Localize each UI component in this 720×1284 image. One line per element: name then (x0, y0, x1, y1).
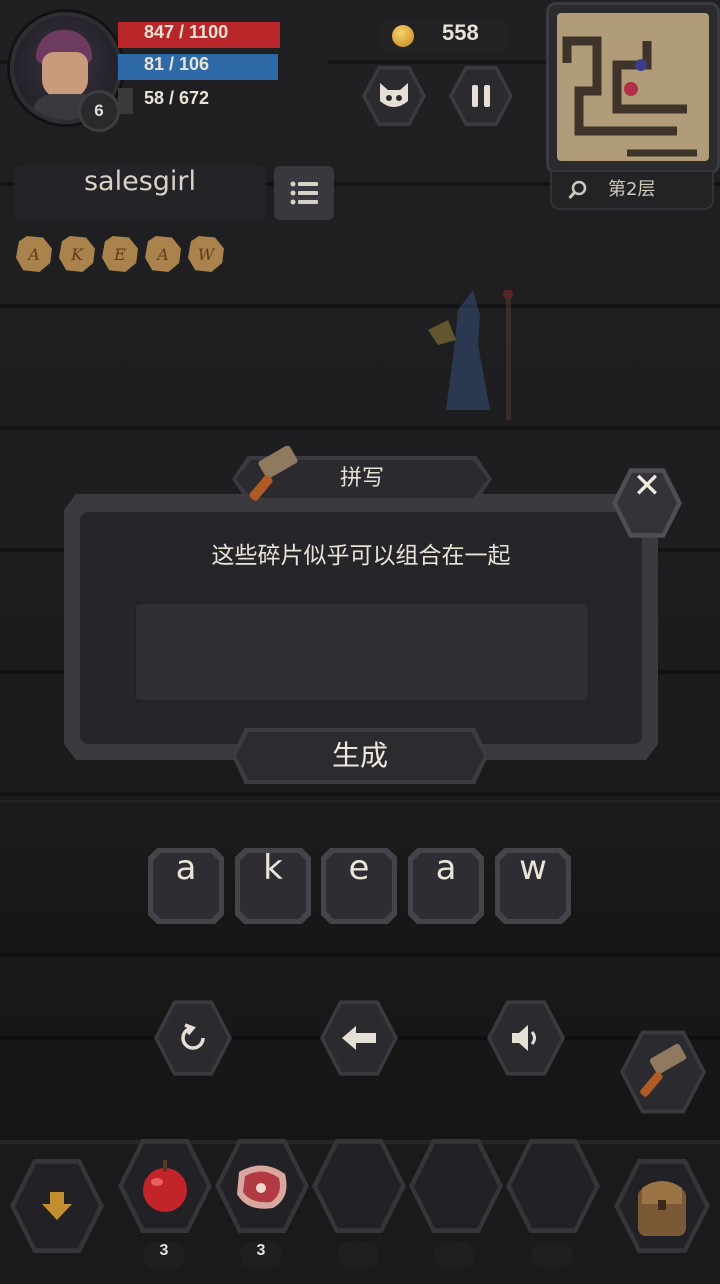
arrow-down-icon (42, 1192, 72, 1220)
item-count: 3 (240, 1242, 282, 1268)
gold-amount: 558 (442, 20, 479, 45)
refresh-icon (181, 1023, 205, 1050)
letter-tile[interactable]: a (408, 848, 484, 924)
letter-tile[interactable]: a (148, 848, 224, 924)
minimap[interactable] (546, 2, 720, 174)
target-word-box: salesgirl (14, 166, 266, 220)
meat-icon (237, 1165, 287, 1209)
hammer-icon (640, 1043, 687, 1097)
item-count: 3 (143, 1242, 185, 1268)
gold-counter: 558 (380, 20, 508, 52)
letter-tile[interactable]: w (495, 848, 571, 924)
letter-tile-label: w (519, 848, 547, 888)
backpack-icon (638, 1181, 686, 1236)
player-level-badge: 6 (78, 90, 120, 132)
letter-tile[interactable]: k (235, 848, 311, 924)
letter-tile-label: a (175, 848, 197, 888)
letter-tile[interactable]: e (321, 848, 397, 924)
mp-bar: 81 / 106 (118, 54, 328, 80)
letter-tile-label: k (263, 848, 283, 888)
coin-icon (392, 25, 414, 47)
hammer-icon (249, 446, 298, 501)
letter-tile-label: a (435, 848, 457, 888)
arrow-left-icon (342, 1026, 376, 1050)
pet-face-icon (380, 83, 408, 107)
dialog-prompt: 这些碎片似乎可以组合在一起 (211, 543, 511, 569)
pause-icon (472, 85, 490, 107)
word-list-button[interactable] (274, 166, 334, 220)
search-icon (568, 180, 587, 200)
speaker-icon (512, 1025, 536, 1051)
xp-bar-fill (118, 88, 134, 114)
minimap-maze (562, 36, 697, 157)
apple-icon (143, 1160, 187, 1212)
xp-text: 58 / 672 (144, 88, 210, 108)
floor-indicator[interactable]: 第2层 (550, 170, 714, 210)
list-icon (290, 181, 318, 205)
item-count (337, 1242, 379, 1268)
generate-button[interactable]: 生成 (232, 728, 488, 784)
generate-label: 生成 (331, 739, 388, 772)
floor-label: 第2层 (608, 179, 656, 200)
hp-bar: 847 / 1100 (118, 22, 328, 48)
item-count (434, 1242, 476, 1268)
wizard-npc (428, 290, 513, 420)
mp-text: 81 / 106 (144, 54, 210, 74)
target-word: salesgirl (83, 166, 197, 197)
xp-bar: 58 / 672 (118, 88, 294, 114)
letter-tile-label: e (348, 848, 370, 888)
hp-text: 847 / 1100 (144, 22, 229, 42)
item-count (531, 1242, 573, 1268)
spell-answer-field[interactable] (134, 602, 590, 702)
